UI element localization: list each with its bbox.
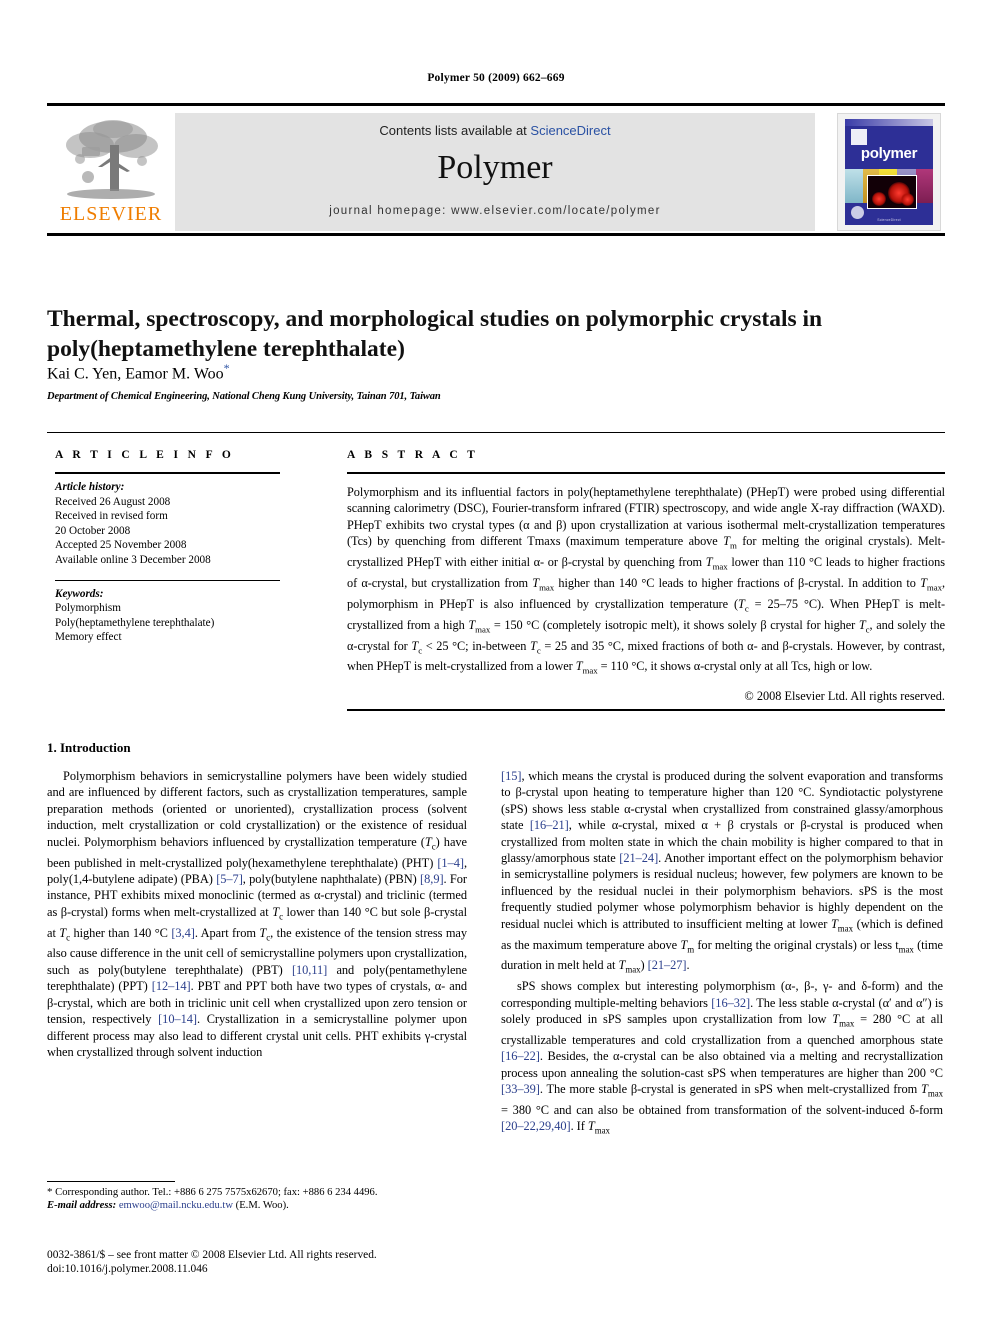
info-abstract-panel: A R T I C L E I N F O Article history: R… (47, 432, 945, 719)
elsevier-tree-icon (58, 115, 164, 201)
running-head: Polymer 50 (2009) 662–669 (427, 72, 565, 84)
contents-available-line: Contents lists available at ScienceDirec… (175, 123, 815, 138)
history-item: 20 October 2008 (55, 524, 131, 537)
history-item: Available online 3 December 2008 (55, 553, 211, 566)
cover-micrograph (867, 175, 917, 209)
paragraph: sPS shows complex but interesting polymo… (501, 979, 944, 1136)
history-item: Received in revised form (55, 510, 168, 523)
abstract-column: A B S T R A C T Polymorphism and its inf… (347, 449, 945, 704)
section-title: Introduction (60, 740, 131, 755)
footnote-star-marker: * (47, 1186, 53, 1198)
journal-cover-thumbnail: polymer ScienceDirect (837, 113, 941, 231)
cover-artwork: polymer ScienceDirect (845, 119, 933, 225)
keywords-block: Keywords: Polymorphism Poly(heptamethyle… (55, 585, 280, 645)
abstract-label: A B S T R A C T (347, 449, 479, 461)
body-column-right: [15], which means the crystal is produce… (501, 768, 943, 1139)
article-history-block: Article history: Received 26 August 2008… (55, 474, 280, 568)
journal-homepage[interactable]: journal homepage: www.elsevier.com/locat… (175, 205, 815, 217)
cover-caption: ScienceDirect (877, 218, 901, 222)
article-authors: Kai C. Yen, Eamor M. Woo* (47, 361, 907, 383)
contents-prefix: Contents lists available at (379, 123, 531, 138)
abstract-text: Polymorphism and its influential factors… (347, 485, 946, 676)
keywords-divider (55, 579, 280, 581)
keyword-item: Poly(heptamethylene terephthalate) (55, 616, 215, 629)
imprint-block: 0032-3861/$ – see front matter © 2008 El… (47, 1248, 507, 1277)
keyword-item: Polymorphism (55, 602, 121, 615)
keywords-heading: Keywords: (55, 587, 104, 600)
body-column-left: Polymorphism behaviors in semicrystallin… (47, 768, 467, 1060)
elsevier-tree-svg (66, 120, 158, 199)
abstract-copyright: © 2008 Elsevier Ltd. All rights reserved… (744, 689, 945, 704)
keyword-item: Memory effect (55, 631, 122, 644)
abstract-bottom-rule (347, 709, 945, 711)
section-heading-introduction: 1. Introduction (47, 740, 131, 756)
email-owner: (E.M. Woo). (235, 1200, 289, 1212)
paragraph: [15], which means the crystal is produce… (501, 769, 944, 975)
paragraph: Polymorphism behaviors in semicrystallin… (47, 769, 468, 1059)
cover-journal-title: polymer (860, 145, 918, 162)
article-title: Thermal, spectroscopy, and morphological… (47, 305, 823, 362)
elsevier-logo: ELSEVIER (50, 113, 172, 233)
footnote-divider (47, 1181, 175, 1182)
doi-line: doi:10.1016/j.polymer.2008.11.046 (47, 1263, 208, 1276)
footnote-contact-text: Corresponding author. Tel.: +886 6 275 7… (55, 1187, 378, 1198)
paper-page: Polymer 50 (2009) 662–669 ELSEVIER Conte… (0, 0, 992, 1323)
article-info-column: A R T I C L E I N F O Article history: R… (55, 449, 280, 645)
journal-masthead: ELSEVIER Contents lists available at Sci… (47, 103, 945, 236)
journal-title: Polymer (437, 149, 553, 186)
issn-frontmatter-line: 0032-3861/$ – see front matter © 2008 El… (47, 1249, 377, 1261)
history-item: Accepted 25 November 2008 (55, 539, 187, 552)
article-info-label: A R T I C L E I N F O (55, 449, 235, 461)
email-label: E-mail address: (47, 1200, 117, 1212)
history-item: Received 26 August 2008 (55, 495, 171, 508)
article-history-heading: Article history: (55, 481, 125, 493)
author-email-link[interactable]: emwoo@mail.ncku.edu.tw (119, 1200, 233, 1211)
author-affiliation: Department of Chemical Engineering, Nati… (47, 391, 441, 402)
cover-elsevier-mark-icon (851, 129, 867, 145)
cover-top-bar (845, 119, 933, 126)
corresponding-author-footnote: * Corresponding author. Tel.: +886 6 275… (47, 1186, 467, 1212)
section-number: 1. (47, 740, 57, 755)
corresponding-author-marker: * (223, 361, 230, 375)
masthead-center: Contents lists available at ScienceDirec… (175, 113, 815, 231)
sciencedirect-link[interactable]: ScienceDirect (530, 123, 610, 138)
author-names: Kai C. Yen, Eamor M. Woo (47, 365, 224, 383)
elsevier-wordmark: ELSEVIER (59, 203, 163, 225)
